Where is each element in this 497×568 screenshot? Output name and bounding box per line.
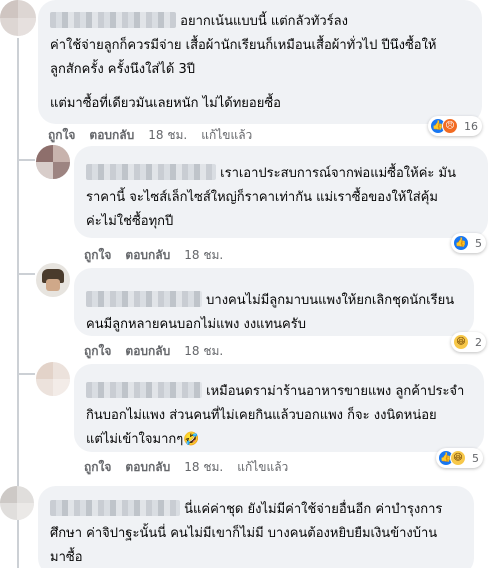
- like-link[interactable]: ถูกใจ: [84, 458, 111, 477]
- comment-text: บางคนไม่มีลูกมาบนแพงให้ยกเลิกชุดนักเรียน…: [86, 291, 455, 332]
- comment-text: เราเอาประสบการณ์จากพ่อแม่ซื้อให้ค่ะ มัน …: [86, 164, 456, 229]
- commenter-name[interactable]: [50, 12, 176, 28]
- like-link[interactable]: ถูกใจ: [84, 342, 111, 361]
- thread-branch: [17, 273, 35, 275]
- reaction-summary[interactable]: 👍 😠 16: [428, 116, 482, 136]
- reply-link[interactable]: ตอบกลับ: [89, 126, 134, 145]
- reply-link[interactable]: ตอบกลับ: [125, 458, 170, 477]
- angry-icon: 😠: [442, 118, 458, 134]
- avatar[interactable]: [36, 362, 70, 396]
- avatar[interactable]: [36, 145, 70, 179]
- comment-bubble: อยากเน้นแบบนี้ แต่กลัวทัวร์ลง ค่าใช้จ่าย…: [38, 0, 482, 124]
- timestamp[interactable]: 18 ชม.: [184, 246, 223, 265]
- commenter-name[interactable]: [50, 500, 180, 516]
- haha-icon: 😆: [453, 334, 469, 350]
- comment-bubble: เหมือนดราม่าร้านอาหารขายแพง ลูกค้าประจำ …: [74, 364, 484, 452]
- comment-text: เหมือนดราม่าร้านอาหารขายแพง ลูกค้าประจำ …: [86, 382, 465, 447]
- avatar[interactable]: [0, 0, 36, 36]
- comment-actions: ถูกใจ ตอบกลับ 18 ชม. แก้ไขแล้ว: [48, 126, 252, 145]
- timestamp[interactable]: 18 ชม.: [148, 126, 187, 145]
- timestamp[interactable]: 18 ชม.: [184, 458, 223, 477]
- comment-actions: ถูกใจ ตอบกลับ 18 ชม.: [84, 342, 223, 361]
- reaction-summary[interactable]: 😆 2: [451, 332, 486, 352]
- thread-branch: [17, 373, 35, 375]
- timestamp[interactable]: 18 ชม.: [184, 342, 223, 361]
- reply-link[interactable]: ตอบกลับ: [125, 246, 170, 265]
- reaction-summary[interactable]: 👍 5: [451, 233, 486, 253]
- comment-actions: ถูกใจ ตอบกลับ 18 ชม.: [84, 246, 223, 265]
- reaction-summary[interactable]: 👍 😆 5: [436, 448, 483, 468]
- commenter-name[interactable]: [86, 291, 202, 307]
- comment-bubble: บางคนไม่มีลูกมาบนแพงให้ยกเลิกชุดนักเรียน…: [74, 268, 474, 336]
- comment-bubble: เราเอาประสบการณ์จากพ่อแม่ซื้อให้ค่ะ มัน …: [74, 146, 488, 238]
- commenter-name[interactable]: [86, 382, 202, 398]
- haha-icon: 😆: [450, 450, 466, 466]
- avatar[interactable]: [0, 486, 34, 520]
- edited-label: แก้ไขแล้ว: [201, 128, 253, 142]
- like-link[interactable]: ถูกใจ: [84, 246, 111, 265]
- commenter-name[interactable]: [86, 164, 216, 180]
- comment-actions: ถูกใจ ตอบกลับ 18 ชม. แก้ไขแล้ว: [84, 458, 288, 477]
- like-icon: 👍: [453, 235, 469, 251]
- reply-link[interactable]: ตอบกลับ: [125, 342, 170, 361]
- comment-text: นี่แค่ค่าชุด ยังไม่มีค่าใช้จ่ายอื่นอีก ค…: [50, 500, 443, 565]
- thread-branch: [17, 159, 35, 161]
- like-link[interactable]: ถูกใจ: [48, 126, 75, 145]
- avatar[interactable]: [36, 263, 70, 297]
- edited-label: แก้ไขแล้ว: [237, 460, 289, 474]
- comment-text: อยากเน้นแบบนี้ แต่กลัวทัวร์ลง ค่าใช้จ่าย…: [50, 12, 437, 111]
- comment-bubble: นี่แค่ค่าชุด ยังไม่มีค่าใช้จ่ายอื่นอีก ค…: [38, 486, 474, 568]
